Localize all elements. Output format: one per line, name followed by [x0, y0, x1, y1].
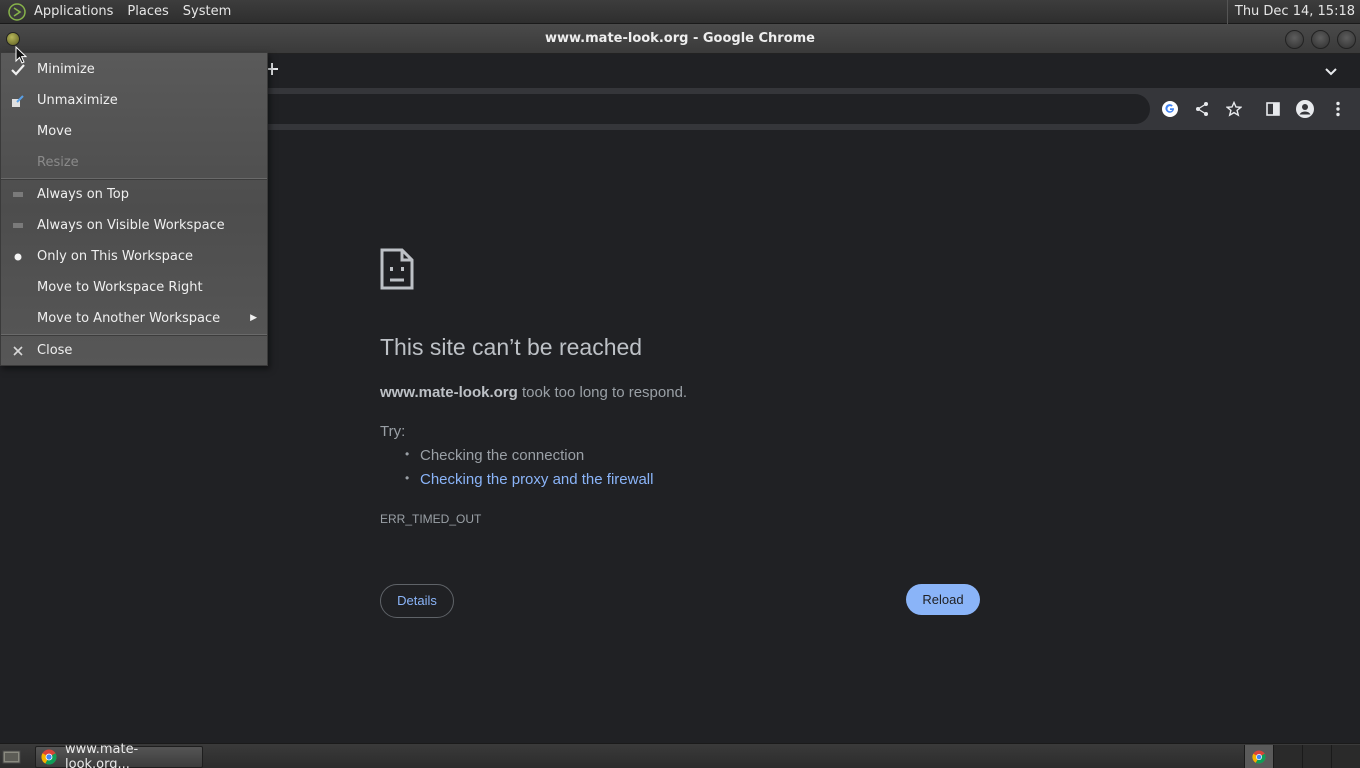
share-icon[interactable] — [1192, 99, 1212, 119]
workspace-4[interactable] — [1331, 745, 1360, 768]
close-icon — [10, 335, 26, 366]
top-panel: Applications Places System Thu Dec 14, 1… — [0, 0, 1360, 24]
workspace-3[interactable] — [1302, 745, 1331, 768]
menu-item-move-to-another-workspace[interactable]: Move to Another Workspace ▶ — [1, 303, 267, 334]
error-code: ERR_TIMED_OUT — [380, 512, 482, 526]
suggestion-connection: Checking the connection — [405, 447, 584, 464]
suggestion-proxy-firewall-link[interactable]: Checking the proxy and the firewall — [405, 471, 653, 488]
mouse-cursor-icon — [15, 45, 29, 66]
window-menu: Minimize Unmaximize Move Resize Always o… — [0, 52, 268, 366]
system-menu[interactable]: System — [176, 0, 238, 24]
menu-item-always-on-visible-workspace[interactable]: Always on Visible Workspace — [1, 210, 267, 241]
submenu-arrow-icon: ▶ — [250, 313, 257, 323]
checkbox-icon — [10, 179, 26, 210]
menu-item-resize: Resize — [37, 155, 79, 170]
places-menu[interactable]: Places — [120, 0, 175, 24]
radio-selected-icon — [10, 241, 26, 272]
workspace-2[interactable] — [1273, 745, 1302, 768]
chevron-down-icon — [1325, 68, 1337, 76]
side-panel-icon[interactable] — [1263, 99, 1283, 119]
window-title: www.mate-look.org - Google Chrome — [544, 31, 816, 46]
window-titlebar[interactable]: www.mate-look.org - Google Chrome — [0, 24, 1360, 54]
menu-item-unmaximize[interactable]: Unmaximize — [1, 85, 267, 116]
workspace-switcher — [1244, 745, 1360, 768]
profile-avatar-icon[interactable] — [1295, 99, 1315, 119]
minimize-button[interactable] — [1285, 30, 1304, 49]
clock[interactable]: Thu Dec 14, 15:18 — [1226, 0, 1360, 24]
workspace-1[interactable] — [1244, 745, 1273, 768]
menu-item-only-on-this-workspace[interactable]: Only on This Workspace — [1, 241, 267, 272]
tab-search-button[interactable] — [1322, 62, 1340, 80]
bottom-panel: www.mate-look.org... — [0, 742, 1360, 768]
error-message: www.mate-look.org took too long to respo… — [380, 384, 687, 401]
sad-page-icon — [380, 248, 414, 290]
address-bar[interactable] — [200, 94, 1150, 124]
error-title: This site can’t be reached — [380, 334, 643, 360]
menu-item-close[interactable]: Close — [1, 335, 267, 366]
taskbar-chrome-window[interactable]: www.mate-look.org... — [35, 742, 203, 768]
menu-item-always-on-top[interactable]: Always on Top — [1, 179, 267, 210]
bookmark-star-icon[interactable] — [1224, 99, 1244, 119]
close-window-button[interactable] — [1337, 30, 1356, 49]
maximize-button[interactable] — [1311, 30, 1330, 49]
details-button[interactable]: Details — [380, 584, 454, 618]
mate-logo-icon[interactable] — [7, 2, 27, 22]
reload-button[interactable]: Reload — [906, 584, 980, 615]
applications-menu[interactable]: Applications — [27, 0, 120, 24]
taskbar-window-label: www.mate-look.org... — [65, 742, 139, 768]
kebab-menu-icon[interactable] — [1328, 99, 1348, 119]
error-message-text: took too long to respond. — [517, 384, 688, 401]
unmaximize-icon — [10, 85, 26, 116]
google-lens-icon[interactable] — [1160, 99, 1180, 119]
menu-item-minimize[interactable]: Minimize — [1, 54, 267, 85]
error-host: www.mate-look.org — [380, 384, 518, 401]
menu-item-move-to-workspace-right[interactable]: Move to Workspace Right — [1, 272, 267, 303]
show-desktop-icon[interactable] — [2, 748, 22, 765]
menu-item-move[interactable]: Move — [1, 116, 267, 147]
chrome-icon — [41, 749, 57, 765]
checkbox-icon — [10, 210, 26, 241]
try-label: Try: — [380, 423, 406, 440]
chrome-icon — [1252, 749, 1266, 764]
